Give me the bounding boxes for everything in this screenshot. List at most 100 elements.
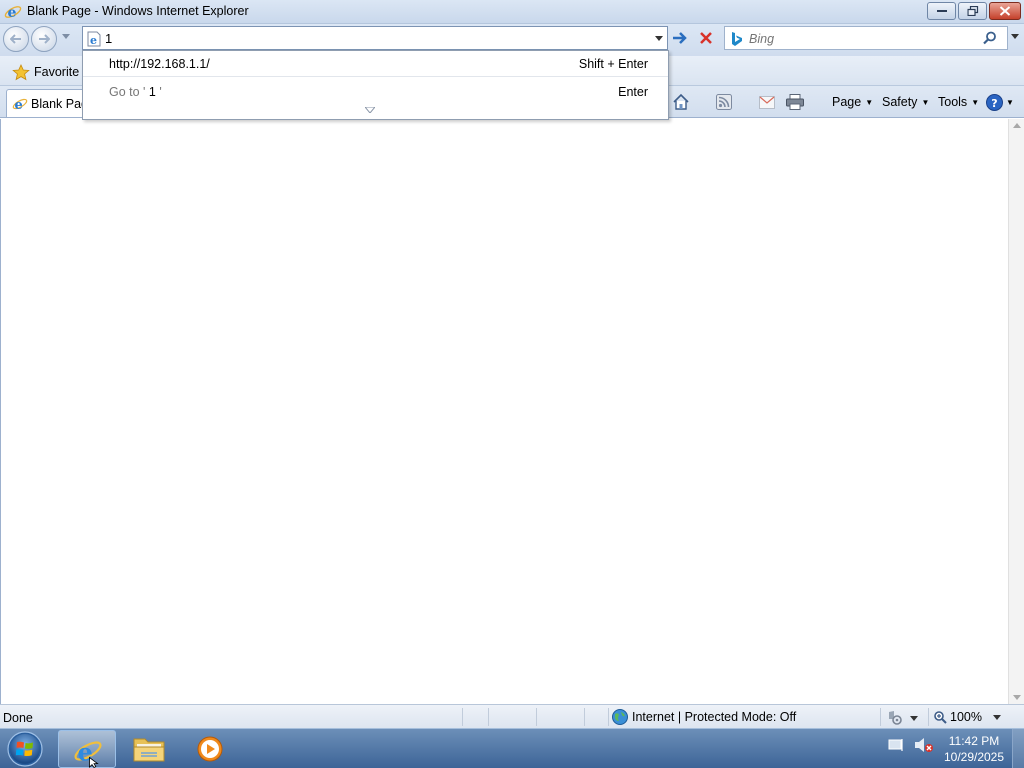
- protected-mode-dropdown-icon: [910, 715, 918, 721]
- home-icon: [673, 93, 689, 110]
- address-bar[interactable]: e: [82, 26, 668, 50]
- help-icon: ?: [986, 93, 1003, 111]
- forward-button[interactable]: [31, 26, 57, 52]
- status-separator: [880, 708, 881, 726]
- zoom-dropdown-icon[interactable]: [993, 715, 1001, 720]
- back-arrow-icon: [10, 34, 21, 44]
- zoom-level: 100%: [950, 710, 982, 724]
- page-menu-label: Page: [832, 95, 862, 109]
- goto-value: 1: [145, 85, 160, 99]
- status-text: Done: [3, 711, 33, 725]
- clock-time: 11:42 PM: [948, 734, 1000, 748]
- autocomplete-suggestion-url: http://192.168.1.1/: [109, 57, 210, 71]
- taskbar-clock[interactable]: 11:42 PM 10/29/2025: [936, 733, 1012, 765]
- tab-ie-icon: e: [12, 98, 28, 112]
- stop-icon[interactable]: [696, 28, 716, 48]
- tools-menu[interactable]: Tools ▼: [938, 91, 979, 113]
- security-zone[interactable]: Internet | Protected Mode: Off: [612, 709, 796, 725]
- taskbar-internet-explorer[interactable]: e: [58, 730, 116, 768]
- mail-icon: [759, 95, 775, 109]
- goto-prefix: Go to ': [109, 85, 146, 99]
- search-box[interactable]: [724, 26, 1008, 50]
- system-tray: [888, 737, 934, 753]
- svg-text:e: e: [90, 34, 97, 47]
- help-caret-icon: ▼: [1006, 97, 1014, 107]
- favorites-label: Favorite: [34, 65, 80, 79]
- volume-muted-icon[interactable]: [914, 737, 934, 753]
- vertical-scrollbar[interactable]: [1008, 119, 1024, 704]
- security-zone-label: Internet | Protected Mode: Off: [632, 710, 797, 724]
- read-mail-button[interactable]: [759, 91, 775, 113]
- favorites-star-icon: [12, 63, 30, 80]
- status-separator: [488, 708, 489, 726]
- favorites-button[interactable]: Favorite: [12, 61, 79, 83]
- zoom-magnifier-icon: [934, 710, 947, 724]
- printer-icon: [786, 94, 804, 110]
- page-ie-icon: e: [87, 31, 101, 47]
- home-button[interactable]: [672, 91, 690, 113]
- tools-menu-caret-icon: ▼: [971, 97, 980, 107]
- help-button[interactable]: ? ▼: [986, 91, 1014, 113]
- forward-arrow-icon: [39, 34, 50, 44]
- address-dropdown-icon[interactable]: [655, 36, 663, 41]
- window-title: Blank Page - Windows Internet Explorer: [27, 4, 249, 18]
- tab-label: Blank Pag: [31, 97, 88, 111]
- status-separator: [584, 708, 585, 726]
- svg-text:?: ?: [991, 97, 997, 110]
- autocomplete-goto-text: Go to ' 1 ': [109, 85, 162, 99]
- protected-mode-button[interactable]: [886, 710, 918, 726]
- address-input[interactable]: [105, 29, 645, 47]
- go-arrow-icon[interactable]: [670, 28, 690, 48]
- clock-date: 10/29/2025: [943, 750, 1005, 764]
- autocomplete-expand-icon[interactable]: [365, 107, 375, 113]
- autocomplete-goto-shortcut: Enter: [618, 85, 648, 99]
- safety-menu[interactable]: Safety ▼: [882, 91, 929, 113]
- page-content: [0, 119, 1008, 704]
- tools-menu-label: Tools: [938, 95, 968, 109]
- show-desktop-button[interactable]: [1012, 729, 1024, 768]
- page-menu[interactable]: Page ▼: [832, 91, 873, 113]
- print-button[interactable]: [786, 91, 804, 113]
- svg-text:e: e: [8, 5, 17, 21]
- mouse-pointer-icon: [89, 757, 99, 768]
- start-button-windows-icon[interactable]: [4, 730, 46, 768]
- scroll-up-icon[interactable]: [1013, 123, 1021, 128]
- ie-logo-icon: e: [4, 5, 22, 21]
- status-separator: [928, 708, 929, 726]
- restore-icon: [967, 6, 978, 16]
- taskbar-media-player-icon[interactable]: [196, 735, 224, 763]
- bing-icon: [732, 32, 742, 46]
- minimize-icon: [936, 10, 947, 12]
- status-separator: [462, 708, 463, 726]
- taskbar-windows-explorer-folder-icon[interactable]: [132, 735, 166, 763]
- taskbar: e 11:42 PM 10/29/2025: [0, 728, 1024, 768]
- scroll-down-icon[interactable]: [1013, 695, 1021, 700]
- restore-button[interactable]: [958, 2, 987, 20]
- autocomplete-suggestion-shortcut: Shift + Enter: [578, 57, 648, 71]
- search-input[interactable]: [749, 30, 969, 47]
- autocomplete-suggestion-row[interactable]: http://192.168.1.1/ Shift + Enter: [83, 51, 668, 77]
- search-options-dropdown-icon[interactable]: [1011, 34, 1019, 39]
- zoom-button[interactable]: 100%: [934, 710, 982, 724]
- feeds-icon: [716, 94, 732, 110]
- safety-menu-caret-icon: ▼: [921, 97, 930, 107]
- feeds-button[interactable]: [716, 91, 732, 113]
- status-bar: Done Internet | Protected Mode: Off 100%: [0, 704, 1024, 728]
- action-center-flag-icon[interactable]: [888, 737, 906, 753]
- close-icon: [999, 6, 1011, 16]
- minimize-button[interactable]: [927, 2, 956, 20]
- internet-globe-icon: [612, 709, 628, 725]
- shield-settings-icon: [889, 711, 902, 725]
- safety-menu-label: Safety: [882, 95, 918, 109]
- autocomplete-goto-row[interactable]: Go to ' 1 ' Enter: [83, 79, 668, 105]
- recent-pages-dropdown-icon[interactable]: [62, 34, 70, 39]
- status-separator: [608, 708, 609, 726]
- title-bar: e Blank Page - Windows Internet Explorer: [0, 0, 1024, 24]
- search-magnifier-icon[interactable]: [983, 31, 997, 45]
- address-autocomplete-dropdown: http://192.168.1.1/ Shift + Enter Go to …: [82, 50, 669, 120]
- svg-text:e: e: [15, 98, 23, 112]
- back-button[interactable]: [3, 26, 29, 52]
- goto-suffix: ': [159, 85, 162, 99]
- page-menu-caret-icon: ▼: [865, 97, 874, 107]
- close-button[interactable]: [989, 2, 1021, 20]
